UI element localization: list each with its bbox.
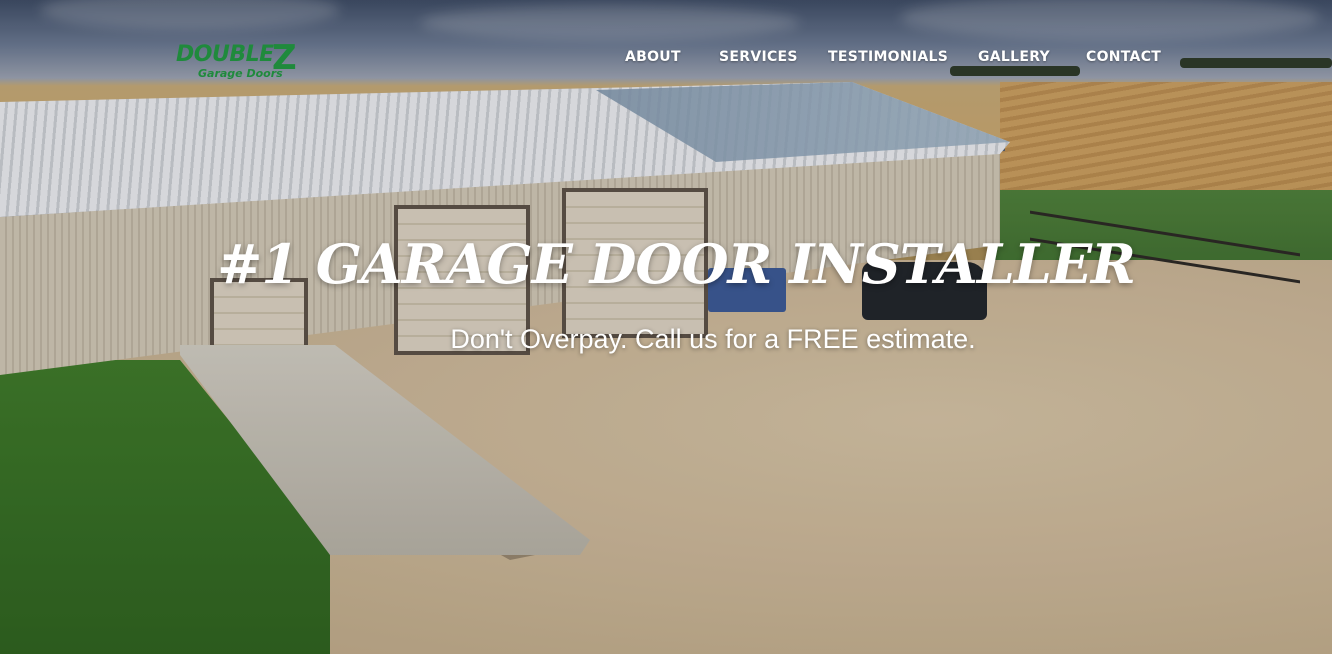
nav-contact[interactable]: CONTACT	[1086, 49, 1161, 65]
logo-tagline: Garage Doors	[198, 67, 283, 80]
nav-services[interactable]: SERVICES	[719, 49, 798, 65]
hero-headline: #1 GARAGE DOOR INSTALLER	[217, 232, 1136, 296]
logo-wordmark: DOUBLE	[176, 42, 274, 67]
hero-subheadline: Don't Overpay. Call us for a FREE estima…	[450, 324, 976, 354]
nav-testimonials[interactable]: TESTIMONIALS	[828, 49, 948, 65]
nav-gallery[interactable]: GALLERY	[978, 49, 1050, 65]
brand-logo[interactable]: DOUBLE Z Garage Doors	[176, 38, 306, 84]
nav-about[interactable]: ABOUT	[625, 49, 681, 65]
